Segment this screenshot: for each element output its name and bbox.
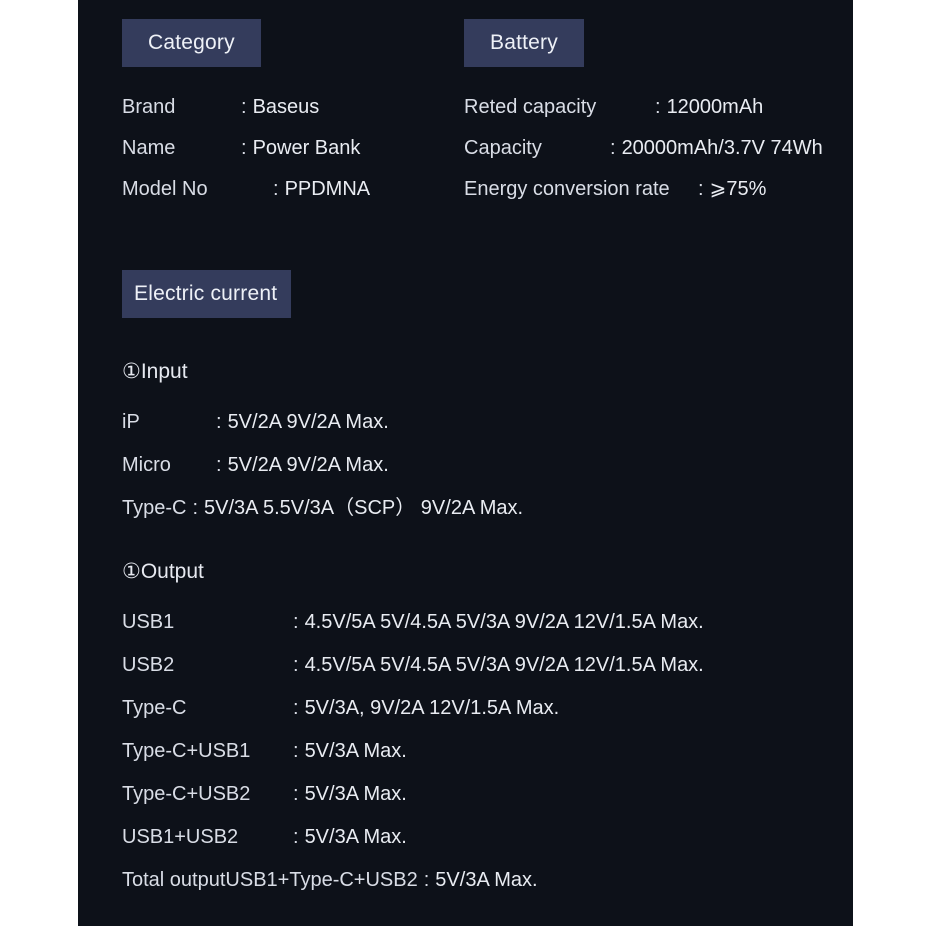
spec-separator: : xyxy=(655,96,661,118)
spec-separator: : xyxy=(293,826,299,848)
spec-label: Model No xyxy=(122,178,208,200)
spec-separator: : xyxy=(293,783,299,805)
table-row: iP : 5V/2A 9V/2A Max. xyxy=(122,412,853,432)
spec-value: 5V/3A, 9V/2A 12V/1.5A Max. xyxy=(304,697,560,719)
spec-label: Capacity xyxy=(464,137,542,159)
spec-value: Baseus xyxy=(252,96,320,118)
spec-value: 12000mAh xyxy=(666,96,764,118)
spec-value: 5V/3A Max. xyxy=(304,783,407,805)
spec-value: ⩾75% xyxy=(709,178,767,200)
output-subheading: ①Output xyxy=(122,560,204,583)
table-row: Total outputUSB1+Type-C+USB2 : 5V/3A Max… xyxy=(122,870,853,890)
spec-separator: : xyxy=(216,454,222,476)
spec-label: USB1 xyxy=(122,611,175,633)
spec-separator: : xyxy=(698,178,704,200)
product-spec-sheet: Category Battery Brand : Baseus Name : P… xyxy=(78,0,853,926)
table-row: USB1 : 4.5V/5A 5V/4.5A 5V/3A 9V/2A 12V/1… xyxy=(122,612,853,632)
spec-label: Type-C xyxy=(122,497,187,519)
spec-separator: : xyxy=(241,137,247,159)
spec-value: 5V/3A Max. xyxy=(304,826,407,848)
category-section-chip: Category xyxy=(122,19,261,67)
spec-separator: : xyxy=(192,497,199,519)
table-row: Type-C : 5V/3A, 9V/2A 12V/1.5A Max. xyxy=(122,698,853,718)
spec-label: Type-C+USB2 xyxy=(122,783,251,805)
table-row: Type-C+USB2 : 5V/3A Max. xyxy=(122,784,853,804)
electric-current-chip-cell: Electric current xyxy=(122,270,853,318)
table-row: Type-C : 5V/3A 5.5V/3A（SCP） 9V/2A Max. xyxy=(122,498,853,518)
table-row: Brand : Baseus xyxy=(122,97,464,117)
table-row: Reted capacity : 12000mAh xyxy=(464,97,853,117)
output-spec-list: USB1 : 4.5V/5A 5V/4.5A 5V/3A 9V/2A 12V/1… xyxy=(122,612,853,890)
spec-separator: : xyxy=(293,697,299,719)
spec-separator: : xyxy=(273,178,279,200)
spec-label: iP xyxy=(122,411,140,433)
spec-value: 5V/3A Max. xyxy=(435,869,538,891)
spec-value: PPDMNA xyxy=(284,178,371,200)
spec-separator: : xyxy=(216,411,222,433)
category-chip-cell: Category xyxy=(122,19,464,67)
spec-value: 4.5V/5A 5V/4.5A 5V/3A 9V/2A 12V/1.5A Max… xyxy=(304,654,704,676)
spec-label: Micro xyxy=(122,454,171,476)
battery-chip-cell: Battery xyxy=(464,19,853,67)
table-row: USB2 : 4.5V/5A 5V/4.5A 5V/3A 9V/2A 12V/1… xyxy=(122,655,853,675)
table-row: Type-C+USB1 : 5V/3A Max. xyxy=(122,741,853,761)
spec-label: Energy conversion rate xyxy=(464,178,670,200)
spec-separator: : xyxy=(423,869,430,891)
spec-value: 5V/3A Max. xyxy=(304,740,407,762)
table-row: Name : Power Bank xyxy=(122,138,464,158)
section-chips-row: Category Battery xyxy=(122,0,853,67)
spec-label: USB2 xyxy=(122,654,175,676)
spec-label: Reted capacity xyxy=(464,96,597,118)
table-row: Model No : PPDMNA xyxy=(122,179,464,199)
spec-value: 5V/2A 9V/2A Max. xyxy=(227,411,389,433)
spec-separator: : xyxy=(293,740,299,762)
spec-value: 20000mAh/3.7V 74Wh xyxy=(621,137,823,159)
spec-separator: : xyxy=(241,96,247,118)
spec-label: Name xyxy=(122,137,176,159)
spec-label: USB1+USB2 xyxy=(122,826,239,848)
spec-value: 5V/2A 9V/2A Max. xyxy=(227,454,389,476)
spec-value: 4.5V/5A 5V/4.5A 5V/3A 9V/2A 12V/1.5A Max… xyxy=(304,611,704,633)
category-spec-list: Brand : Baseus Name : Power Bank Model N… xyxy=(122,97,464,220)
spec-value: 5V/3A 5.5V/3A（SCP） 9V/2A Max. xyxy=(204,497,524,519)
input-spec-list: iP : 5V/2A 9V/2A Max. Micro : 5V/2A 9V/2… xyxy=(122,412,853,518)
spec-label: Type-C xyxy=(122,697,187,719)
electric-current-section-chip: Electric current xyxy=(122,270,292,318)
spec-value: Power Bank xyxy=(252,137,361,159)
table-row: Micro : 5V/2A 9V/2A Max. xyxy=(122,455,853,475)
input-subheading: ①Input xyxy=(122,360,188,383)
spec-label: Total outputUSB1+Type-C+USB2 xyxy=(122,869,418,891)
spec-separator: : xyxy=(293,654,299,676)
spec-columns: Brand : Baseus Name : Power Bank Model N… xyxy=(122,97,853,220)
table-row: Energy conversion rate : ⩾75% xyxy=(464,179,853,199)
spec-label: Brand xyxy=(122,96,176,118)
spec-label: Type-C+USB1 xyxy=(122,740,251,762)
spec-separator: : xyxy=(610,137,616,159)
battery-spec-list: Reted capacity : 12000mAh Capacity : 200… xyxy=(464,97,853,220)
spec-separator: : xyxy=(293,611,299,633)
table-row: Capacity : 20000mAh/3.7V 74Wh xyxy=(464,138,853,158)
battery-section-chip: Battery xyxy=(464,19,584,67)
table-row: USB1+USB2 : 5V/3A Max. xyxy=(122,827,853,847)
